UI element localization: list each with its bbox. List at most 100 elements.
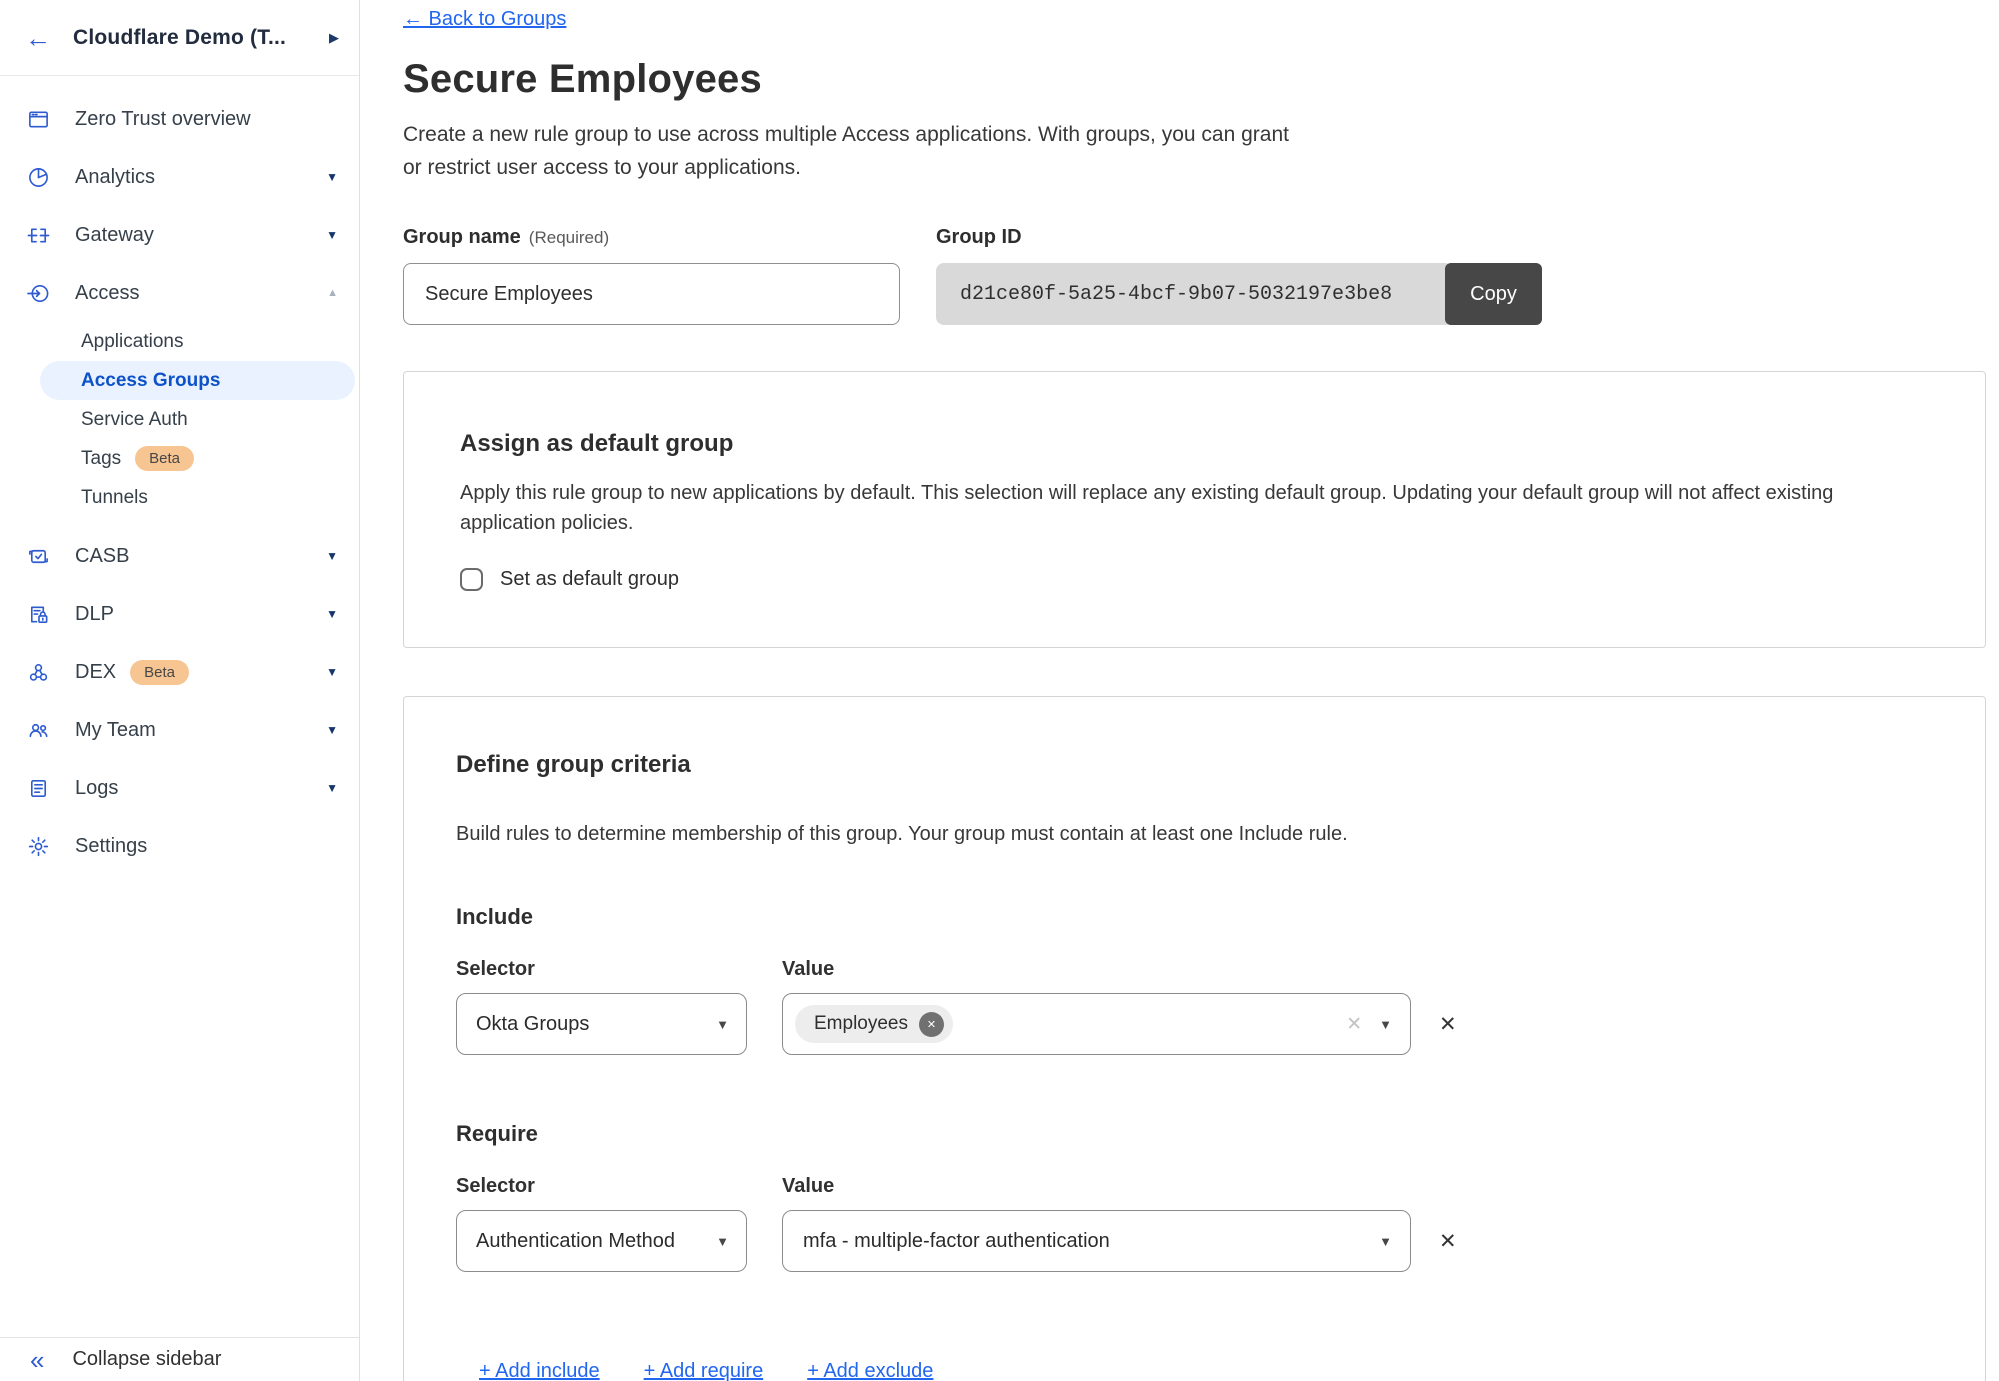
required-hint: (Required) [529, 228, 609, 247]
sidebar-item-logs[interactable]: Logs ▼ [0, 759, 359, 817]
chevron-down-icon[interactable]: ▼ [326, 607, 338, 621]
access-subnav: Applications Access Groups Service Auth … [0, 322, 359, 517]
chevron-down-icon[interactable]: ▼ [1379, 1234, 1392, 1249]
sidebar-item-label: My Team [75, 719, 156, 742]
add-include-link[interactable]: + Add include [479, 1360, 600, 1381]
document-lock-icon [26, 602, 50, 626]
beta-badge: Beta [130, 660, 189, 685]
account-title: Cloudflare Demo (T... [73, 26, 286, 50]
chevron-down-icon[interactable]: ▼ [326, 723, 338, 737]
network-nodes-icon [26, 660, 50, 684]
include-value-multiselect[interactable]: Employees ✕ ✕ ▼ [782, 993, 1411, 1055]
require-rule-row: Authentication Method ▼ mfa - multiple-f… [456, 1210, 1929, 1272]
list-document-icon [26, 776, 50, 800]
group-id-value: d21ce80f-5a25-4bcf-9b07-5032197e3be8 [936, 263, 1453, 325]
sidebar-item-dex[interactable]: DEX Beta ▼ [0, 643, 359, 701]
sidebar-item-access-groups[interactable]: Access Groups [40, 361, 355, 400]
assign-default-group-description: Apply this rule group to new application… [460, 478, 1929, 538]
require-selector-dropdown[interactable]: Authentication Method ▼ [456, 1210, 747, 1272]
app-window: ← Cloudflare Demo (T... ▶ Zero Trust ove… [0, 0, 1999, 1381]
sidebar-item-tags[interactable]: Tags Beta [0, 439, 359, 478]
sidebar-item-analytics[interactable]: Analytics ▼ [0, 148, 359, 206]
include-rule-row: Okta Groups ▼ Employees ✕ ✕ ▼ ✕ [456, 993, 1929, 1055]
sidebar-item-casb[interactable]: CASB ▼ [0, 527, 359, 585]
clear-value-icon[interactable]: ✕ [1346, 1013, 1362, 1036]
group-name-input[interactable] [403, 263, 900, 325]
group-id-column: Group ID d21ce80f-5a25-4bcf-9b07-5032197… [936, 226, 1542, 325]
define-group-criteria-heading: Define group criteria [456, 751, 1929, 779]
casb-icon [26, 544, 50, 568]
copy-button[interactable]: Copy [1445, 263, 1542, 325]
remove-chip-icon[interactable]: ✕ [919, 1012, 944, 1037]
sidebar-item-label: DEX [75, 661, 116, 684]
remove-require-rule-icon[interactable]: ✕ [1439, 1231, 1457, 1252]
employees-chip: Employees ✕ [795, 1005, 953, 1043]
chevron-down-icon[interactable]: ▼ [326, 549, 338, 563]
main-content: ← Back to Groups Secure Employees Create… [360, 0, 1999, 1381]
group-name-column: Group name(Required) [403, 226, 900, 325]
page-title: Secure Employees [403, 57, 1987, 102]
add-require-link[interactable]: + Add require [644, 1360, 764, 1381]
assign-default-group-card: Assign as default group Apply this rule … [403, 371, 1986, 648]
include-value-label: Value [782, 958, 834, 981]
chevron-down-icon: ▼ [716, 1017, 729, 1032]
chevron-up-icon[interactable]: ▲ [327, 287, 338, 299]
sidebar-item-zero-trust-overview[interactable]: Zero Trust overview [0, 90, 359, 148]
sidebar-item-gateway[interactable]: Gateway ▼ [0, 206, 359, 264]
require-value-dropdown[interactable]: mfa - multiple-factor authentication ▼ [782, 1210, 1411, 1272]
set-default-group-row[interactable]: Set as default group [460, 568, 1929, 591]
sidebar-item-label: Access [75, 282, 139, 305]
chevron-down-icon[interactable]: ▼ [326, 170, 338, 184]
include-section-title: Include [456, 904, 1929, 930]
set-default-group-label: Set as default group [500, 568, 679, 591]
require-section-title: Require [456, 1121, 1929, 1147]
pie-chart-icon [26, 165, 50, 189]
people-icon [26, 718, 50, 742]
sidebar-item-dlp[interactable]: DLP ▼ [0, 585, 359, 643]
chevron-down-icon: ▼ [716, 1234, 729, 1249]
page-description: Create a new rule group to use across mu… [403, 118, 1987, 184]
sidebar-nav: Zero Trust overview Analytics ▼ Gateway … [0, 76, 359, 875]
sidebar-item-tunnels[interactable]: Tunnels [0, 478, 359, 517]
include-selector-dropdown[interactable]: Okta Groups ▼ [456, 993, 747, 1055]
collapse-sidebar-icon: « [30, 1347, 44, 1373]
gear-icon [26, 834, 50, 858]
require-selector-label: Selector [456, 1175, 782, 1198]
sidebar-item-service-auth[interactable]: Service Auth [0, 400, 359, 439]
include-labels-row: Selector Value [456, 958, 1929, 981]
require-labels-row: Selector Value [456, 1175, 1929, 1198]
back-to-groups-link[interactable]: ← Back to Groups [403, 8, 566, 31]
group-id-row: d21ce80f-5a25-4bcf-9b07-5032197e3be8 Cop… [936, 263, 1542, 325]
group-name-id-row: Group name(Required) Group ID d21ce80f-5… [403, 226, 1987, 325]
assign-default-group-heading: Assign as default group [460, 430, 1929, 458]
sidebar-item-settings[interactable]: Settings [0, 817, 359, 875]
add-rule-links: + Add include + Add require + Add exclud… [479, 1360, 1929, 1381]
sidebar-item-label: Analytics [75, 166, 155, 189]
gateway-icon [26, 223, 50, 247]
include-selector-label: Selector [456, 958, 782, 981]
sidebar-item-label: Logs [75, 777, 118, 800]
collapse-sidebar-button[interactable]: « Collapse sidebar [0, 1337, 359, 1381]
chevron-down-icon[interactable]: ▼ [1379, 1017, 1392, 1032]
require-value-label: Value [782, 1175, 834, 1198]
sidebar-item-access[interactable]: Access ▲ [0, 264, 359, 322]
add-exclude-link[interactable]: + Add exclude [807, 1360, 933, 1381]
chevron-down-icon[interactable]: ▼ [326, 665, 338, 679]
browser-window-icon [26, 107, 50, 131]
define-group-criteria-description: Build rules to determine membership of t… [456, 823, 1929, 846]
beta-badge: Beta [135, 446, 194, 471]
define-group-criteria-card: Define group criteria Build rules to det… [403, 696, 1986, 1381]
chevron-right-icon[interactable]: ▶ [329, 30, 339, 46]
sidebar-item-applications[interactable]: Applications [0, 322, 359, 361]
remove-include-rule-icon[interactable]: ✕ [1439, 1014, 1457, 1035]
chevron-down-icon[interactable]: ▼ [326, 228, 338, 242]
sidebar-item-label: Settings [75, 835, 147, 858]
sidebar-item-label: DLP [75, 603, 114, 626]
sidebar: ← Cloudflare Demo (T... ▶ Zero Trust ove… [0, 0, 360, 1381]
sidebar-item-label: CASB [75, 545, 129, 568]
set-default-group-checkbox[interactable] [460, 568, 483, 591]
chevron-down-icon[interactable]: ▼ [326, 781, 338, 795]
back-arrow-icon[interactable]: ← [25, 25, 51, 51]
sidebar-item-label: Zero Trust overview [75, 108, 251, 131]
sidebar-item-my-team[interactable]: My Team ▼ [0, 701, 359, 759]
